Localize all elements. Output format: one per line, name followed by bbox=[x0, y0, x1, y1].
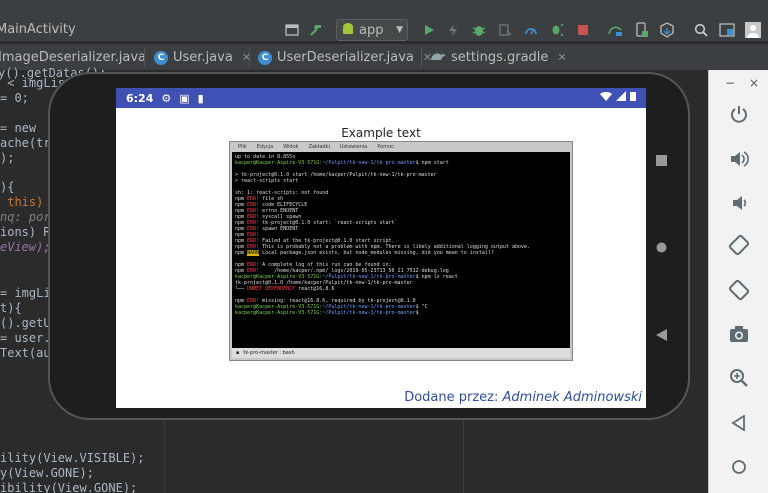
recents-button[interactable] bbox=[654, 153, 668, 167]
coverage-icon[interactable] bbox=[496, 21, 514, 39]
chevron-down-icon: ▼ bbox=[396, 25, 403, 35]
code-line: ibility(View.GONE); bbox=[0, 481, 138, 493]
home-icon[interactable] bbox=[725, 453, 753, 481]
stop-icon[interactable] bbox=[574, 21, 592, 39]
post-author-caption: Dodane przez: Adminek Adminowski bbox=[116, 390, 642, 405]
account-icon[interactable] bbox=[744, 21, 762, 39]
volume-down-button[interactable] bbox=[725, 189, 753, 217]
sync-gradle-icon[interactable] bbox=[606, 21, 624, 39]
terminal-line: kacper@Kacper-Aspire-V3-571G:~/Pulpit/tk… bbox=[235, 310, 422, 316]
code-line: ions) R bbox=[0, 225, 51, 239]
battery-icon bbox=[630, 91, 636, 104]
menu-item: Zakładki bbox=[308, 144, 330, 150]
window-title: MainActivity bbox=[0, 22, 76, 37]
close-icon[interactable]: × bbox=[749, 76, 759, 90]
emulator-controls-panel: − × bbox=[708, 70, 768, 493]
tab-settings-gradle[interactable]: settings.gradle ✕ bbox=[430, 44, 567, 71]
run-icon[interactable] bbox=[420, 21, 438, 39]
tab-label: User.java bbox=[173, 50, 233, 65]
wifi-icon bbox=[600, 91, 612, 104]
camera-icon[interactable] bbox=[725, 320, 753, 348]
sd-card-icon: ▮ bbox=[197, 91, 204, 105]
rotate-right-icon[interactable] bbox=[725, 276, 753, 304]
rotate-left-icon[interactable] bbox=[725, 231, 753, 259]
code-line: ); bbox=[0, 151, 15, 165]
run-configuration-select[interactable]: app ▼ bbox=[336, 19, 408, 41]
notification-icon: ▣ bbox=[179, 91, 190, 105]
menu-item: Widok bbox=[283, 144, 299, 150]
android-icon bbox=[341, 22, 355, 38]
attach-debugger-icon[interactable] bbox=[548, 21, 566, 39]
tab-label: ImageDeserializer.java bbox=[0, 50, 146, 65]
code-line: ache(tr bbox=[0, 136, 51, 150]
tab-label: UserDeserializer.java bbox=[277, 50, 414, 65]
settings-icon: ⚙ bbox=[161, 91, 172, 105]
code-line: y(View.GONE); bbox=[0, 466, 94, 480]
menu-item: Plik bbox=[238, 144, 247, 150]
layout-icon[interactable] bbox=[283, 21, 301, 39]
code-line: Text(au bbox=[0, 346, 51, 360]
debug-icon[interactable] bbox=[470, 21, 488, 39]
terminal-output: up to date in 8.855s kacper@Kacper-Aspire… bbox=[232, 152, 570, 348]
code-line: eView); bbox=[0, 240, 51, 254]
minimize-icon[interactable]: − bbox=[725, 76, 735, 90]
terminal-tab-icon: ▪ bbox=[236, 350, 240, 356]
code-line: ility(View.VISIBLE); bbox=[0, 451, 145, 465]
android-studio-window: MainActivity app ▼ ImageDeserializer.jav… bbox=[0, 0, 768, 493]
project-structure-icon[interactable] bbox=[718, 21, 736, 39]
gradle-icon bbox=[430, 50, 446, 66]
code-line: t){ bbox=[0, 301, 22, 315]
caption-prefix: Dodane przez: bbox=[404, 390, 499, 405]
apply-changes-icon[interactable] bbox=[444, 21, 462, 39]
signal-icon bbox=[616, 91, 626, 104]
avd-manager-icon[interactable] bbox=[632, 21, 650, 39]
power-button[interactable] bbox=[725, 100, 753, 128]
code-line: ().getU bbox=[0, 316, 51, 330]
code-line: = 0; bbox=[0, 91, 29, 105]
terminal-tab-bar: ▪ tk-pro-master : bash bbox=[232, 348, 570, 358]
menu-item: Ustawienia bbox=[339, 144, 368, 150]
class-icon: C bbox=[258, 50, 272, 65]
tab-label: settings.gradle bbox=[451, 50, 549, 65]
sdk-manager-icon[interactable] bbox=[658, 21, 676, 39]
code-line: = user. bbox=[0, 331, 51, 345]
run-config-label: app bbox=[359, 22, 384, 38]
home-button[interactable] bbox=[654, 240, 668, 254]
code-line: < imgLis bbox=[0, 76, 66, 90]
volume-up-button[interactable] bbox=[725, 145, 753, 173]
terminal-tab-label: tk-pro-master : bash bbox=[243, 350, 295, 356]
menu-item: Pomoc bbox=[377, 144, 394, 150]
profiler-icon[interactable] bbox=[522, 21, 540, 39]
close-icon[interactable]: ✕ bbox=[557, 51, 566, 64]
code-line: ){ bbox=[0, 180, 15, 194]
app-title: Example text bbox=[341, 126, 421, 140]
zoom-icon[interactable] bbox=[725, 364, 753, 392]
device-status-bar: 6:24 ⚙ ▣ ▮ bbox=[116, 88, 646, 108]
hammer-icon[interactable] bbox=[307, 21, 325, 39]
code-line: = imgLi bbox=[0, 286, 51, 300]
editor-tabs: ImageDeserializer.java ✕ C User.java ✕ C… bbox=[0, 44, 768, 71]
caption-author: Adminek Adminowski bbox=[502, 390, 642, 405]
ide-toolbar: MainActivity app ▼ bbox=[0, 0, 768, 42]
status-time: 6:24 bbox=[126, 91, 154, 105]
tab-user-deserializer[interactable]: C UserDeserializer.java ✕ bbox=[258, 44, 432, 71]
back-icon[interactable] bbox=[725, 409, 753, 437]
terminal-menu: Plik Edycja Widok Zakładki Ustawienia Po… bbox=[230, 142, 572, 152]
terminal-screenshot-image: Plik Edycja Widok Zakładki Ustawienia Po… bbox=[229, 141, 573, 361]
search-icon[interactable] bbox=[692, 21, 710, 39]
code-line: this) bbox=[0, 195, 44, 209]
class-icon: C bbox=[154, 50, 168, 65]
back-button[interactable] bbox=[654, 328, 668, 342]
tab-user[interactable]: C User.java ✕ bbox=[154, 44, 251, 71]
code-line: = new bbox=[0, 121, 37, 135]
menu-item: Edycja bbox=[256, 144, 274, 150]
